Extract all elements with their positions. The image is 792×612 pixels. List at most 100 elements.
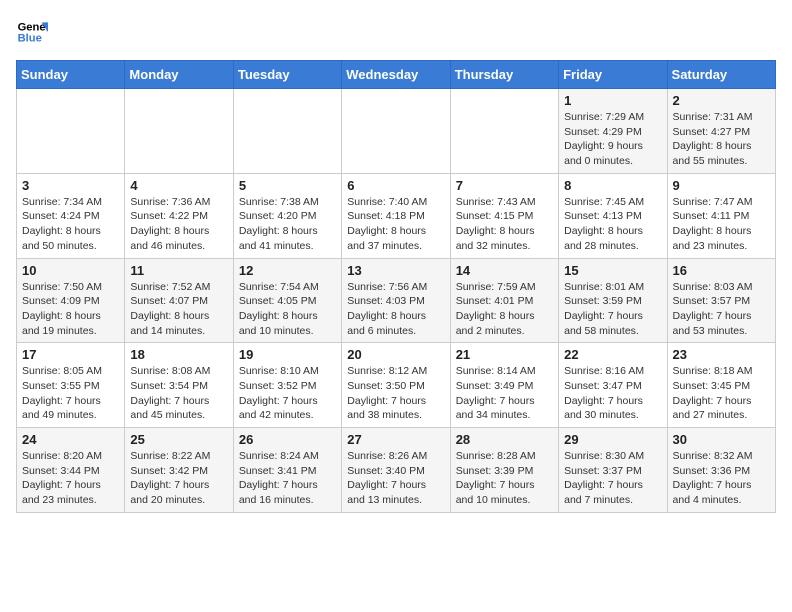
day-info: Sunrise: 7:38 AMSunset: 4:20 PMDaylight:… — [239, 195, 336, 254]
logo: General Blue — [16, 16, 48, 48]
weekday-header: Saturday — [667, 61, 775, 89]
calendar-cell: 5 Sunrise: 7:38 AMSunset: 4:20 PMDaylight… — [233, 173, 341, 258]
calendar-cell — [233, 89, 341, 174]
calendar: SundayMondayTuesdayWednesdayThursdayFrid… — [16, 60, 776, 513]
calendar-body: 1 Sunrise: 7:29 AMSunset: 4:29 PMDaylight… — [17, 89, 776, 513]
day-number: 1 — [564, 93, 661, 108]
calendar-cell: 15 Sunrise: 8:01 AMSunset: 3:59 PMDayligh… — [559, 258, 667, 343]
calendar-cell: 17 Sunrise: 8:05 AMSunset: 3:55 PMDayligh… — [17, 343, 125, 428]
calendar-cell: 3Sunrise: 7:34 AMSunset: 4:24 PMDaylight… — [17, 173, 125, 258]
day-number: 28 — [456, 432, 553, 447]
calendar-cell: 21Sunrise: 8:14 AMSunset: 3:49 PMDayligh… — [450, 343, 558, 428]
calendar-cell: 1 Sunrise: 7:29 AMSunset: 4:29 PMDaylight… — [559, 89, 667, 174]
calendar-cell: 4Sunrise: 7:36 AMSunset: 4:22 PMDaylight… — [125, 173, 233, 258]
calendar-cell: 7 Sunrise: 7:43 AMSunset: 4:15 PMDaylight… — [450, 173, 558, 258]
day-number: 13 — [347, 263, 444, 278]
day-info: Sunrise: 8:16 AMSunset: 3:47 PMDaylight:… — [564, 364, 661, 423]
day-number: 5 — [239, 178, 336, 193]
day-number: 29 — [564, 432, 661, 447]
calendar-cell — [125, 89, 233, 174]
calendar-cell: 12Sunrise: 7:54 AMSunset: 4:05 PMDayligh… — [233, 258, 341, 343]
day-info: Sunrise: 8:18 AMSunset: 3:45 PMDaylight:… — [673, 364, 770, 423]
day-number: 16 — [673, 263, 770, 278]
day-number: 7 — [456, 178, 553, 193]
calendar-cell: 10 Sunrise: 7:50 AMSunset: 4:09 PMDayligh… — [17, 258, 125, 343]
weekday-header: Monday — [125, 61, 233, 89]
day-number: 25 — [130, 432, 227, 447]
day-number: 26 — [239, 432, 336, 447]
day-info: Sunrise: 8:01 AMSunset: 3:59 PMDaylight:… — [564, 280, 661, 339]
calendar-cell: 18 Sunrise: 8:08 AMSunset: 3:54 PMDayligh… — [125, 343, 233, 428]
calendar-cell: 22 Sunrise: 8:16 AMSunset: 3:47 PMDayligh… — [559, 343, 667, 428]
day-number: 19 — [239, 347, 336, 362]
calendar-cell: 23 Sunrise: 8:18 AMSunset: 3:45 PMDayligh… — [667, 343, 775, 428]
day-number: 11 — [130, 263, 227, 278]
day-info: Sunrise: 8:03 AMSunset: 3:57 PMDaylight:… — [673, 280, 770, 339]
calendar-cell — [450, 89, 558, 174]
day-info: Sunrise: 7:29 AMSunset: 4:29 PMDaylight:… — [564, 110, 661, 169]
day-info: Sunrise: 7:45 AMSunset: 4:13 PMDaylight:… — [564, 195, 661, 254]
day-info: Sunrise: 8:14 AMSunset: 3:49 PMDaylight:… — [456, 364, 553, 423]
day-number: 30 — [673, 432, 770, 447]
day-info: Sunrise: 7:34 AMSunset: 4:24 PMDaylight:… — [22, 195, 119, 254]
day-info: Sunrise: 7:47 AMSunset: 4:11 PMDaylight:… — [673, 195, 770, 254]
weekday-header: Sunday — [17, 61, 125, 89]
day-number: 23 — [673, 347, 770, 362]
calendar-cell: 14 Sunrise: 7:59 AMSunset: 4:01 PMDayligh… — [450, 258, 558, 343]
day-info: Sunrise: 8:26 AMSunset: 3:40 PMDaylight:… — [347, 449, 444, 508]
calendar-cell — [17, 89, 125, 174]
day-info: Sunrise: 8:20 AMSunset: 3:44 PMDaylight:… — [22, 449, 119, 508]
calendar-cell: 16 Sunrise: 8:03 AMSunset: 3:57 PMDayligh… — [667, 258, 775, 343]
day-number: 27 — [347, 432, 444, 447]
day-info: Sunrise: 8:24 AMSunset: 3:41 PMDaylight:… — [239, 449, 336, 508]
day-info: Sunrise: 8:08 AMSunset: 3:54 PMDaylight:… — [130, 364, 227, 423]
calendar-cell: 19 Sunrise: 8:10 AMSunset: 3:52 PMDayligh… — [233, 343, 341, 428]
weekday-header: Wednesday — [342, 61, 450, 89]
day-info: Sunrise: 8:22 AMSunset: 3:42 PMDaylight:… — [130, 449, 227, 508]
day-number: 6 — [347, 178, 444, 193]
calendar-cell: 25 Sunrise: 8:22 AMSunset: 3:42 PMDayligh… — [125, 428, 233, 513]
calendar-cell: 13 Sunrise: 7:56 AMSunset: 4:03 PMDayligh… — [342, 258, 450, 343]
logo-icon: General Blue — [16, 16, 48, 48]
calendar-cell: 24Sunrise: 8:20 AMSunset: 3:44 PMDayligh… — [17, 428, 125, 513]
day-info: Sunrise: 7:54 AMSunset: 4:05 PMDaylight:… — [239, 280, 336, 339]
day-number: 15 — [564, 263, 661, 278]
day-number: 18 — [130, 347, 227, 362]
calendar-cell: 27 Sunrise: 8:26 AMSunset: 3:40 PMDayligh… — [342, 428, 450, 513]
day-number: 9 — [673, 178, 770, 193]
calendar-header: SundayMondayTuesdayWednesdayThursdayFrid… — [17, 61, 776, 89]
calendar-cell: 11 Sunrise: 7:52 AMSunset: 4:07 PMDayligh… — [125, 258, 233, 343]
day-number: 17 — [22, 347, 119, 362]
calendar-cell: 20Sunrise: 8:12 AMSunset: 3:50 PMDayligh… — [342, 343, 450, 428]
calendar-cell — [342, 89, 450, 174]
weekday-header: Tuesday — [233, 61, 341, 89]
day-number: 22 — [564, 347, 661, 362]
calendar-cell: 6 Sunrise: 7:40 AMSunset: 4:18 PMDaylight… — [342, 173, 450, 258]
day-info: Sunrise: 8:10 AMSunset: 3:52 PMDaylight:… — [239, 364, 336, 423]
page-header: General Blue — [16, 16, 776, 48]
day-info: Sunrise: 7:52 AMSunset: 4:07 PMDaylight:… — [130, 280, 227, 339]
day-info: Sunrise: 7:50 AMSunset: 4:09 PMDaylight:… — [22, 280, 119, 339]
day-number: 10 — [22, 263, 119, 278]
calendar-cell: 26 Sunrise: 8:24 AMSunset: 3:41 PMDayligh… — [233, 428, 341, 513]
day-info: Sunrise: 7:40 AMSunset: 4:18 PMDaylight:… — [347, 195, 444, 254]
svg-text:Blue: Blue — [18, 33, 42, 45]
calendar-cell: 9 Sunrise: 7:47 AMSunset: 4:11 PMDaylight… — [667, 173, 775, 258]
calendar-cell: 8Sunrise: 7:45 AMSunset: 4:13 PMDaylight… — [559, 173, 667, 258]
weekday-header: Friday — [559, 61, 667, 89]
day-info: Sunrise: 8:05 AMSunset: 3:55 PMDaylight:… — [22, 364, 119, 423]
day-number: 2 — [673, 93, 770, 108]
day-info: Sunrise: 8:12 AMSunset: 3:50 PMDaylight:… — [347, 364, 444, 423]
day-number: 4 — [130, 178, 227, 193]
day-info: Sunrise: 7:43 AMSunset: 4:15 PMDaylight:… — [456, 195, 553, 254]
day-info: Sunrise: 8:32 AMSunset: 3:36 PMDaylight:… — [673, 449, 770, 508]
day-info: Sunrise: 7:31 AMSunset: 4:27 PMDaylight:… — [673, 110, 770, 169]
calendar-cell: 2 Sunrise: 7:31 AMSunset: 4:27 PMDaylight… — [667, 89, 775, 174]
day-number: 14 — [456, 263, 553, 278]
day-info: Sunrise: 8:30 AMSunset: 3:37 PMDaylight:… — [564, 449, 661, 508]
day-info: Sunrise: 7:59 AMSunset: 4:01 PMDaylight:… — [456, 280, 553, 339]
calendar-cell: 29 Sunrise: 8:30 AMSunset: 3:37 PMDayligh… — [559, 428, 667, 513]
calendar-cell: 28Sunrise: 8:28 AMSunset: 3:39 PMDayligh… — [450, 428, 558, 513]
weekday-header: Thursday — [450, 61, 558, 89]
day-info: Sunrise: 7:56 AMSunset: 4:03 PMDaylight:… — [347, 280, 444, 339]
